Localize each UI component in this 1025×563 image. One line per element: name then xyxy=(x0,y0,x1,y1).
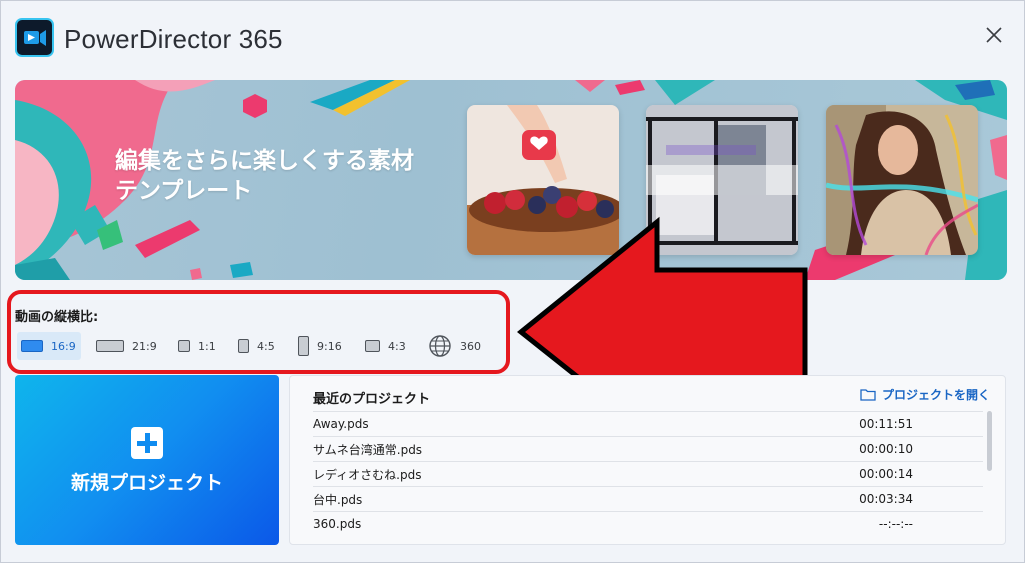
folder-icon xyxy=(860,389,876,401)
aspect-option-9-16[interactable]: 9:16 xyxy=(298,332,348,360)
recent-projects-list: Away.pds 00:11:51 サムネ台湾通常.pds 00:00:10 レ… xyxy=(313,411,983,536)
list-item[interactable]: 台中.pds 00:03:34 xyxy=(313,486,983,511)
aspect-4-5-icon xyxy=(238,339,249,353)
aspect-option-label: 9:16 xyxy=(317,339,342,353)
project-name: 台中.pds xyxy=(313,492,363,507)
project-name: Away.pds xyxy=(313,417,369,431)
aspect-option-label: 360 xyxy=(460,339,481,353)
template-thumbnail-film[interactable] xyxy=(646,105,798,255)
project-duration: --:--:-- xyxy=(878,517,913,531)
aspect-option-label: 4:3 xyxy=(388,339,406,353)
template-thumbnail-cake[interactable] xyxy=(467,105,619,255)
recent-projects-title: 最近のプロジェクト xyxy=(313,392,431,407)
project-duration: 00:00:10 xyxy=(859,442,913,456)
project-name: サムネ台湾通常.pds xyxy=(313,442,423,457)
aspect-16-9-icon xyxy=(21,340,43,352)
project-name: 360.pds xyxy=(313,517,362,531)
open-project-label: プロジェクトを開く xyxy=(882,388,991,402)
banner-text-line2: テンプレート xyxy=(115,178,253,204)
close-icon xyxy=(986,27,1002,43)
new-project-label: 新規プロジェクト xyxy=(70,472,223,494)
aspect-option-16-9[interactable]: 16:9 xyxy=(17,332,81,360)
aspect-option-label: 21:9 xyxy=(132,339,157,353)
close-button[interactable] xyxy=(983,24,1005,46)
list-item[interactable]: レディオさむね.pds 00:00:14 xyxy=(313,461,983,486)
aspect-option-label: 1:1 xyxy=(198,339,216,353)
new-project-button[interactable]: 新規プロジェクト xyxy=(15,375,279,545)
aspect-1-1-icon xyxy=(178,340,190,352)
plus-icon xyxy=(131,427,163,459)
aspect-ratio-label: 動画の縦横比: xyxy=(15,310,99,325)
banner-headline: 編集をさらに楽しくする素材 テンプレート xyxy=(115,146,414,206)
app-title: PowerDirector 365 xyxy=(64,24,283,54)
aspect-option-360[interactable]: 360 xyxy=(428,332,486,360)
project-name: レディオさむね.pds xyxy=(313,467,422,482)
banner-text-line1: 編集をさらに楽しくする素材 xyxy=(115,148,414,174)
aspect-option-1-1[interactable]: 1:1 xyxy=(178,332,223,360)
project-duration: 00:00:14 xyxy=(859,467,913,481)
project-duration: 00:03:34 xyxy=(859,492,913,506)
list-item[interactable]: サムネ台湾通常.pds 00:00:10 xyxy=(313,436,983,461)
globe-360-icon xyxy=(429,335,451,357)
aspect-option-21-9[interactable]: 21:9 xyxy=(96,332,160,360)
aspect-4-3-icon xyxy=(365,340,380,352)
open-project-link[interactable]: プロジェクトを開く xyxy=(860,386,990,403)
project-duration: 00:11:51 xyxy=(859,417,913,431)
template-banner[interactable]: 編集をさらに楽しくする素材 テンプレート xyxy=(15,80,1007,280)
list-item[interactable]: 360.pds --:--:-- xyxy=(313,511,983,536)
aspect-9-16-icon xyxy=(298,336,309,356)
aspect-option-4-3[interactable]: 4:3 xyxy=(365,332,410,360)
recent-list-scrollbar[interactable] xyxy=(987,411,992,471)
aspect-21-9-icon xyxy=(96,340,124,352)
template-thumbnail-portrait[interactable] xyxy=(826,105,978,255)
powerdirector-logo-icon xyxy=(15,18,54,57)
aspect-option-4-5[interactable]: 4:5 xyxy=(238,332,283,360)
recent-projects-panel: 最近のプロジェクト プロジェクトを開く Away.pds 00:11:51 サム… xyxy=(289,375,1006,545)
list-item[interactable]: Away.pds 00:11:51 xyxy=(313,411,983,436)
aspect-option-label: 4:5 xyxy=(257,339,275,353)
aspect-option-label: 16:9 xyxy=(51,339,76,353)
